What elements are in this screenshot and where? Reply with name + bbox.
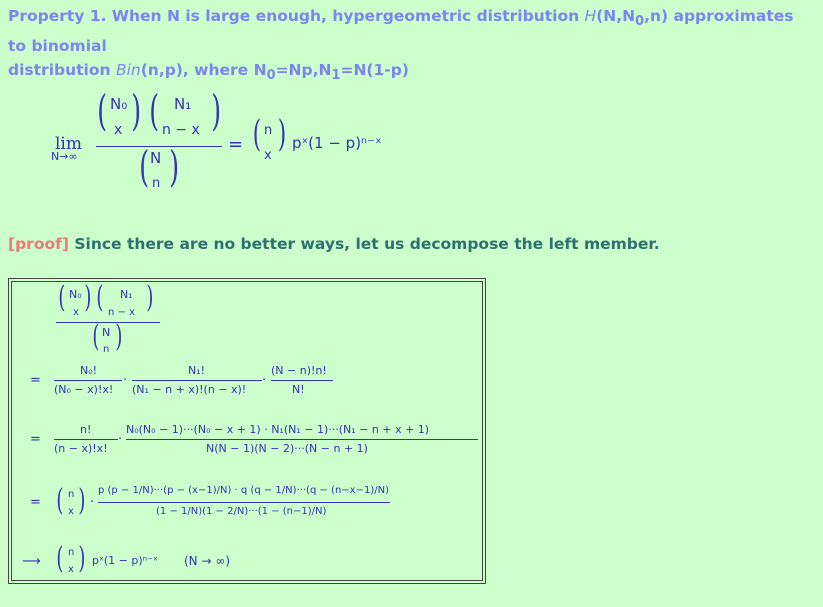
l1-f3-den: N! xyxy=(292,383,305,396)
l0-b-top: N₁ xyxy=(120,288,133,301)
l0-c-bot: n xyxy=(103,344,110,355)
paren-right: ) xyxy=(78,483,86,518)
l3-num: p (p − 1/N)···(p − (x−1)/N) · q (q − 1/N… xyxy=(98,485,389,496)
l3-binom-top: n xyxy=(68,489,75,500)
l3-binom-bot: x xyxy=(68,506,74,517)
l0-b-bot: n − x xyxy=(108,307,135,318)
l0-c-top: N xyxy=(102,326,111,339)
eq-2: = xyxy=(30,432,41,447)
paren-left: ( xyxy=(252,114,262,155)
derivation-box: ( N₀ x ) ( N₁ n − x ) ( N n ) = N₀! (N₀ … xyxy=(8,278,486,584)
proof-text: Since there are no better ways, let us d… xyxy=(68,235,660,253)
l1-f2-num: N₁! xyxy=(188,364,206,377)
rhs-binom-bottom: x xyxy=(264,148,272,163)
l0-a-top: N₀ xyxy=(69,288,82,301)
fraction-bar xyxy=(96,146,222,147)
l3-den: (1 − 1/N)(1 − 2/N)···(1 − (n−1)/N) xyxy=(156,506,327,517)
fraction-bar xyxy=(271,380,333,381)
fraction-bar xyxy=(132,380,262,381)
rhs-binom-top: n xyxy=(264,123,273,138)
paren-right: ) xyxy=(146,280,154,315)
binom-n-bottom: n xyxy=(152,176,161,191)
paren-left: ( xyxy=(92,319,100,354)
dot-4: · xyxy=(90,495,95,510)
paren-left: ( xyxy=(149,86,160,135)
fraction-bar xyxy=(98,502,390,503)
binom-n-top: N xyxy=(150,149,162,167)
l2-f2-den: N(N − 1)(N − 2)···(N − n + 1) xyxy=(206,442,368,455)
lim-sub: N→∞ xyxy=(51,150,78,163)
fraction-bar xyxy=(56,322,160,323)
l1-f1-num: N₀! xyxy=(80,364,98,377)
paren-right: ) xyxy=(115,319,123,354)
binom-n1-bottom: n − x xyxy=(162,122,200,138)
binom-n0-top: N₀ xyxy=(110,95,128,113)
paren-right: ) xyxy=(277,114,287,155)
equals-sign: = xyxy=(228,134,244,155)
proof-line: [proof] Since there are no better ways, … xyxy=(8,235,660,253)
l2-f1-den: (n − x)!x! xyxy=(54,442,108,455)
fraction-bar xyxy=(126,439,478,440)
paren-right: ) xyxy=(169,142,180,191)
paren-left: ( xyxy=(139,142,150,191)
paren-left: ( xyxy=(96,280,104,315)
rhs-tail: pˣ(1 − p)ⁿ⁻ˣ xyxy=(292,134,382,152)
binom-n1-top: N₁ xyxy=(174,95,192,113)
arrow: ⟶ xyxy=(22,554,41,569)
proof-tag: [proof] xyxy=(8,235,69,253)
l4-binom-bot: x xyxy=(68,564,74,575)
eq-3: = xyxy=(30,495,41,510)
l4-tail: pˣ(1 − p)ⁿ⁻ˣ xyxy=(92,554,158,567)
binom-n0-bottom: x xyxy=(114,122,123,138)
paren-left: ( xyxy=(97,86,108,135)
l2-f1-num: n! xyxy=(80,423,92,436)
l1-f2-den: (N₁ − n + x)!(n − x)! xyxy=(132,383,247,396)
fraction-bar xyxy=(54,439,118,440)
paren-right: ) xyxy=(131,86,142,135)
l4-cond: (N → ∞) xyxy=(184,554,231,568)
eq-1: = xyxy=(30,373,41,388)
paren-right: ) xyxy=(84,280,92,315)
l1-f1-den: (N₀ − x)!x! xyxy=(54,383,114,396)
l0-a-bot: x xyxy=(73,307,79,318)
l1-f3-num: (N − n)!n! xyxy=(271,364,327,377)
dot-3: · xyxy=(118,432,123,447)
paren-right: ) xyxy=(78,541,86,576)
fraction-bar xyxy=(54,380,122,381)
paren-left: ( xyxy=(58,280,66,315)
paren-left: ( xyxy=(56,483,64,518)
paren-right: ) xyxy=(211,86,222,135)
dot-2: · xyxy=(262,373,267,388)
paren-left: ( xyxy=(56,541,64,576)
l4-binom-top: n xyxy=(68,547,75,558)
main-formula: lim N→∞ ( N₀ x ) ( N₁ n − x ) ( N n ) = … xyxy=(0,0,823,220)
l2-f2-num: N₀(N₀ − 1)···(N₀ − x + 1) · N₁(N₁ − 1)··… xyxy=(126,423,430,436)
dot-1: · xyxy=(123,373,128,388)
derivation-inner: ( N₀ x ) ( N₁ n − x ) ( N n ) = N₀! (N₀ … xyxy=(11,280,483,581)
